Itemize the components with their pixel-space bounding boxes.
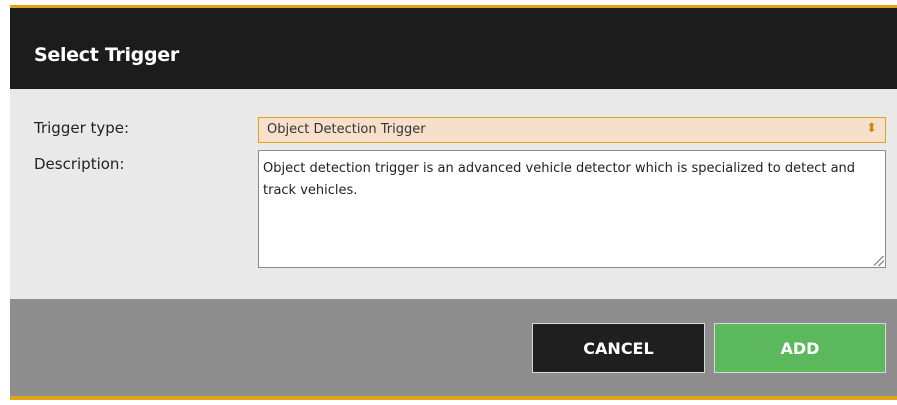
dialog-title: Select Trigger [34,44,179,66]
trigger-type-value: Object Detection Trigger [267,122,426,137]
trigger-type-label: Trigger type: [34,119,130,137]
add-button[interactable]: ADD [714,323,886,373]
dialog-body: Trigger type: Object Detection Trigger ⬍… [10,89,897,299]
trigger-type-select[interactable]: Object Detection Trigger ⬍ [258,117,886,143]
description-label: Description: [34,155,125,173]
cancel-button[interactable]: CANCEL [532,323,705,373]
description-text: Object detection trigger is an advanced … [263,161,856,198]
accent-bar-bottom [10,396,897,400]
dialog-header: Select Trigger [10,8,897,89]
select-trigger-dialog: Select Trigger Trigger type: Object Dete… [10,5,897,400]
select-chevron-icon: ⬍ [866,121,877,136]
resize-handle-icon[interactable] [874,256,884,266]
description-textarea[interactable]: Object detection trigger is an advanced … [258,150,886,268]
dialog-footer: CANCEL ADD [10,299,897,396]
